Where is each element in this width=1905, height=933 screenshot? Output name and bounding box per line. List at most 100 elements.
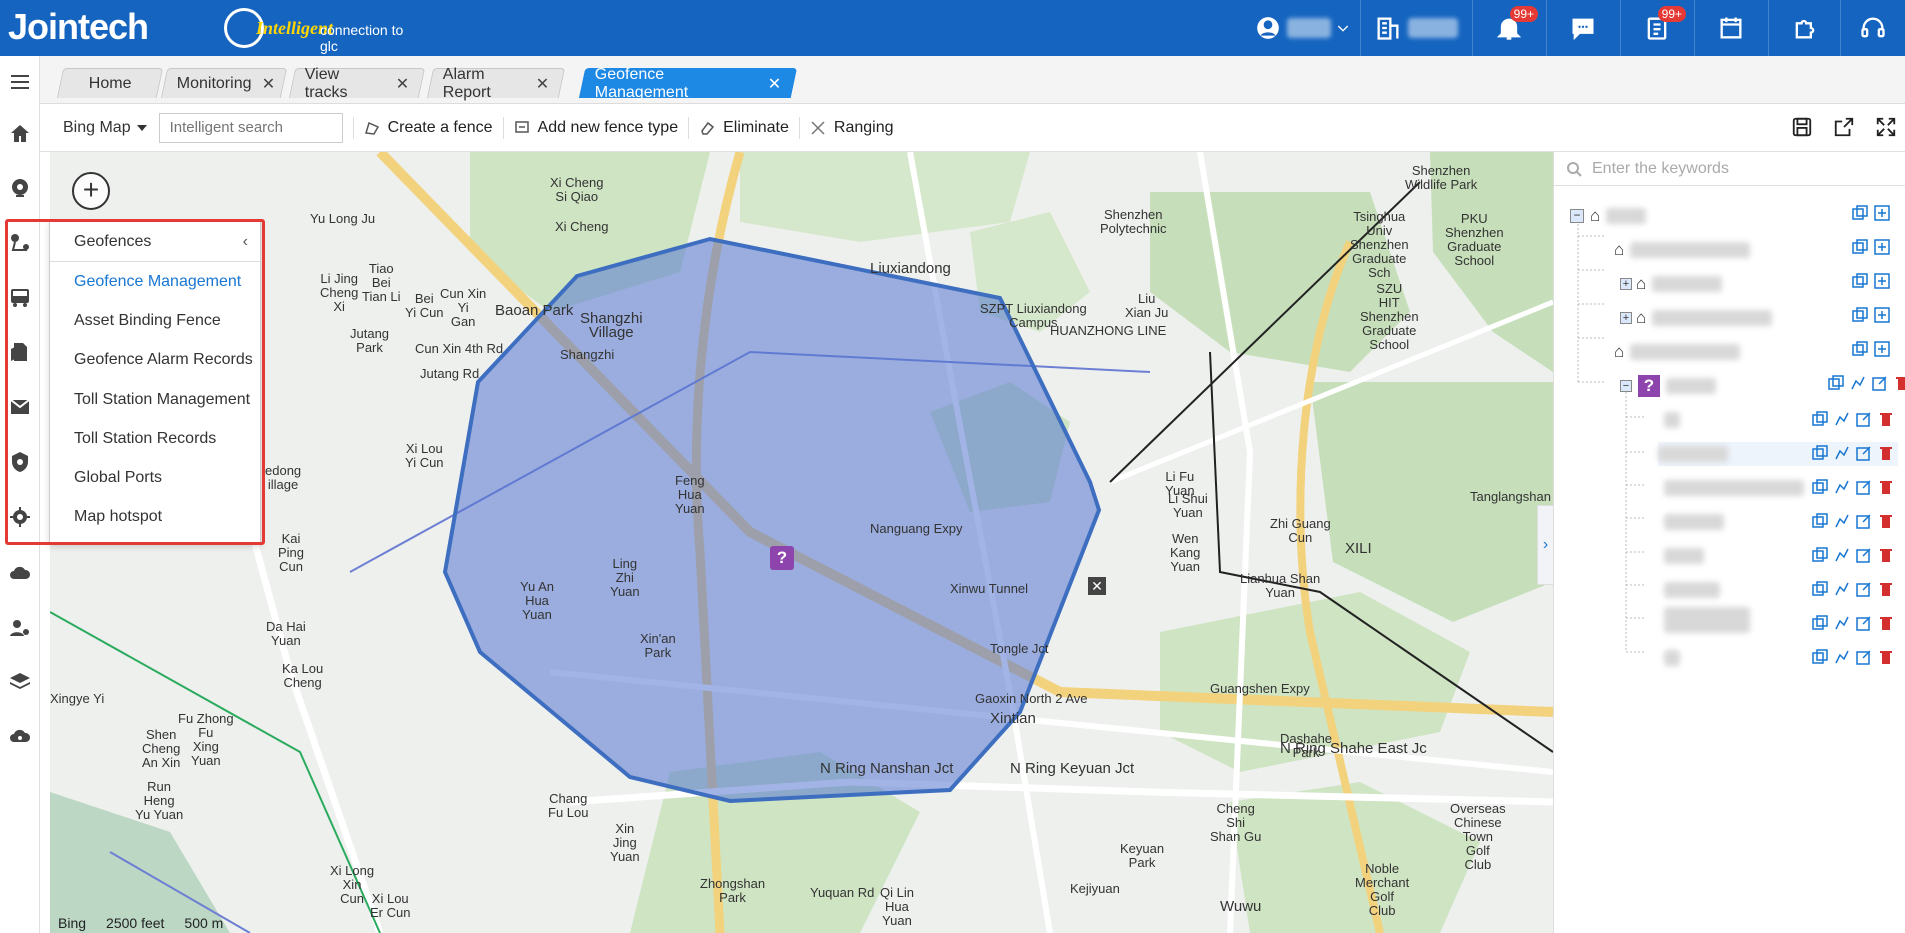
add-icon[interactable] — [1874, 205, 1890, 221]
fence-item[interactable] — [1664, 646, 1680, 670]
close-icon[interactable]: ✕ — [767, 74, 780, 94]
menu-item-toll-station-records[interactable]: Toll Station Records — [50, 419, 260, 458]
plugins-button[interactable] — [1768, 0, 1840, 56]
fence-center-marker[interactable]: ? — [770, 546, 794, 570]
vehicle-icon[interactable] — [6, 283, 34, 311]
add-icon[interactable] — [1874, 341, 1890, 357]
edit-icon[interactable] — [1856, 649, 1872, 665]
copy-icon[interactable] — [1812, 649, 1828, 665]
edit-icon[interactable] — [1856, 581, 1872, 597]
bind-vehicle-icon[interactable] — [1834, 513, 1850, 529]
user-gear-icon[interactable] — [6, 614, 34, 642]
menu-icon[interactable] — [6, 68, 34, 96]
tree-node[interactable]: ⌂ — [1614, 238, 1751, 262]
delete-icon[interactable] — [1878, 547, 1894, 563]
copy-icon[interactable] — [1828, 375, 1844, 391]
fence-item[interactable] — [1664, 408, 1680, 432]
bind-vehicle-icon[interactable] — [1834, 445, 1850, 461]
add-icon[interactable] — [1874, 307, 1890, 323]
support-button[interactable] — [1840, 0, 1905, 56]
create-fence-button[interactable]: Create a fence — [364, 119, 493, 137]
fence-item[interactable] — [1664, 476, 1804, 500]
tasks-button[interactable]: 99+ — [1620, 0, 1692, 56]
copy-icon[interactable] — [1852, 239, 1868, 255]
tree-node-root[interactable]: − ⌂ — [1570, 204, 1647, 228]
collapse-icon[interactable]: − — [1570, 209, 1584, 223]
copy-icon[interactable] — [1812, 547, 1828, 563]
delete-icon[interactable] — [1878, 649, 1894, 665]
tree-node-fence-group[interactable]: − ? — [1620, 374, 1716, 398]
chat-button[interactable] — [1546, 0, 1618, 56]
tab-geofence-management[interactable]: Geofence Management ✕ — [578, 66, 798, 101]
delete-icon[interactable] — [1878, 411, 1894, 427]
bind-vehicle-icon[interactable] — [1850, 375, 1866, 391]
tree-node[interactable]: + ⌂ — [1620, 306, 1773, 330]
copy-icon[interactable] — [1852, 307, 1868, 323]
menu-item-map-hotspot[interactable]: Map hotspot — [50, 498, 260, 537]
edit-icon[interactable] — [1856, 479, 1872, 495]
eliminate-button[interactable]: Eliminate — [699, 119, 789, 137]
copy-icon[interactable] — [1852, 273, 1868, 289]
close-icon[interactable]: ✕ — [262, 74, 275, 94]
route-icon[interactable] — [6, 228, 34, 256]
delete-icon[interactable] — [1894, 375, 1905, 391]
menu-item-geofence-management[interactable]: Geofence Management — [50, 262, 260, 301]
copy-icon[interactable] — [1812, 513, 1828, 529]
user-menu[interactable] — [1248, 0, 1358, 56]
fence-item[interactable] — [1664, 607, 1750, 633]
zoom-in-button[interactable]: + — [72, 172, 110, 210]
bind-vehicle-icon[interactable] — [1834, 581, 1850, 597]
collapse-icon[interactable]: − — [1620, 380, 1632, 392]
delete-icon[interactable] — [1878, 513, 1894, 529]
edit-icon[interactable] — [1856, 445, 1872, 461]
tab-home[interactable]: Home — [56, 68, 164, 98]
tree-node[interactable]: + ⌂ — [1620, 272, 1723, 296]
map-type-select[interactable]: Bing Map — [63, 119, 147, 137]
menu-item-global-ports[interactable]: Global Ports — [50, 458, 260, 497]
add-icon[interactable] — [1874, 239, 1890, 255]
edit-icon[interactable] — [1856, 615, 1872, 631]
bind-vehicle-icon[interactable] — [1834, 411, 1850, 427]
fullscreen-icon[interactable] — [1875, 116, 1897, 138]
fence-item[interactable] — [1664, 544, 1704, 568]
delete-icon[interactable] — [1878, 581, 1894, 597]
jointech-logo[interactable]: Jointech — [8, 6, 149, 48]
chevron-left-icon[interactable]: ‹ — [243, 233, 248, 251]
mail-icon[interactable] — [6, 393, 34, 421]
tab-monitoring[interactable]: Monitoring ✕ — [160, 68, 288, 98]
ranging-button[interactable]: Ranging — [810, 119, 894, 137]
tree-search[interactable]: Enter the keywords — [1554, 152, 1905, 186]
close-icon[interactable]: ✕ — [535, 74, 548, 94]
delete-icon[interactable] — [1878, 615, 1894, 631]
expand-icon[interactable]: + — [1620, 278, 1632, 290]
tree-node[interactable]: ⌂ — [1614, 340, 1741, 364]
fence-delete-point[interactable]: ✕ — [1088, 577, 1106, 595]
fence-item[interactable] — [1664, 578, 1720, 602]
document-icon[interactable] — [6, 338, 34, 366]
fence-item[interactable] — [1664, 510, 1724, 534]
bind-vehicle-icon[interactable] — [1834, 547, 1850, 563]
menu-item-asset-binding-fence[interactable]: Asset Binding Fence — [50, 301, 260, 340]
tab-alarm-report[interactable]: Alarm Report ✕ — [426, 66, 566, 101]
panel-collapse-toggle[interactable]: › — [1537, 505, 1553, 585]
expand-icon[interactable]: + — [1620, 312, 1632, 324]
cloud-settings-icon[interactable] — [6, 722, 34, 750]
bind-vehicle-icon[interactable] — [1834, 615, 1850, 631]
copy-icon[interactable] — [1852, 205, 1868, 221]
menu-item-toll-station-management[interactable]: Toll Station Management — [50, 380, 260, 419]
copy-icon[interactable] — [1812, 615, 1828, 631]
org-menu[interactable] — [1360, 0, 1470, 56]
map-canvas[interactable]: + ? ✕ Xi Cheng Si Qiao Xi Cheng Baoan Par… — [50, 152, 1553, 933]
edit-icon[interactable] — [1856, 411, 1872, 427]
copy-icon[interactable] — [1852, 341, 1868, 357]
add-icon[interactable] — [1874, 273, 1890, 289]
external-link-icon[interactable] — [1833, 116, 1855, 138]
shield-icon[interactable] — [6, 448, 34, 476]
tab-view-tracks[interactable]: View tracks ✕ — [288, 66, 426, 101]
edit-icon[interactable] — [1872, 375, 1888, 391]
home-icon[interactable] — [6, 120, 34, 148]
copy-icon[interactable] — [1812, 411, 1828, 427]
cloud-icon[interactable] — [6, 559, 34, 587]
menu-item-geofence-alarm-records[interactable]: Geofence Alarm Records — [50, 341, 260, 380]
add-fence-type-button[interactable]: Add new fence type — [514, 119, 678, 137]
